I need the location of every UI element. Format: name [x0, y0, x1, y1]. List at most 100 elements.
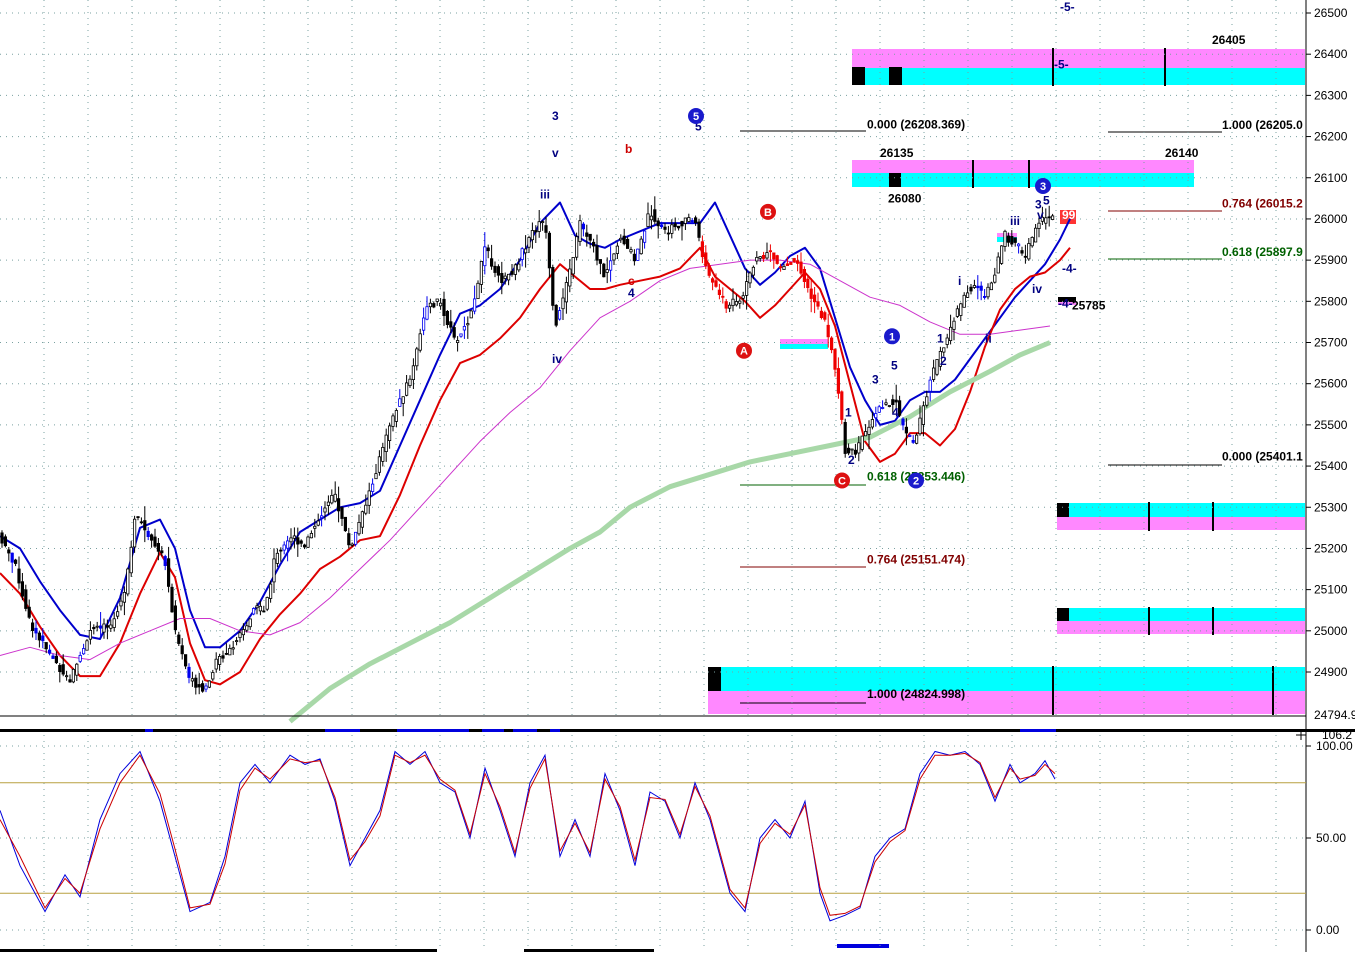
candle-body: [911, 439, 915, 443]
candle-body: [1037, 222, 1041, 229]
candle-body: [789, 261, 793, 265]
candle-body: [949, 326, 953, 341]
annotation-label: iv: [552, 352, 562, 366]
candle-body: [99, 625, 103, 629]
candle-body: [285, 540, 290, 549]
candle-body: [663, 226, 667, 230]
annotation-label: 0.618 (25897.9: [1222, 245, 1303, 259]
candle-body: [58, 665, 62, 673]
candle-body: [649, 215, 654, 221]
panel-separator[interactable]: [0, 729, 1355, 732]
candle-body: [255, 605, 259, 609]
chart-window: 3 v iii iv b c 4 5 5 3 5 4 1 2 1 2 i ii iii iv 3 v -4- -4- -5- -5…: [0, 0, 1355, 952]
annotation-label: -5-: [1054, 58, 1069, 72]
candle-body: [745, 281, 749, 296]
candle-body: [3, 536, 7, 547]
candle-body: [381, 446, 385, 462]
candle-body: [24, 589, 28, 609]
candle-body: [683, 217, 688, 224]
candle-body: [595, 245, 599, 261]
candle-body: [694, 217, 698, 224]
candle-body: [486, 247, 490, 252]
candle-body: [1051, 215, 1055, 220]
candle-body: [840, 391, 844, 420]
candle-body: [741, 295, 745, 299]
candle-body: [588, 233, 592, 241]
candle-body: [190, 678, 194, 682]
candle-body: [520, 248, 524, 260]
candle-body: [558, 310, 562, 320]
candle-body: [394, 410, 399, 422]
candle-body: [493, 265, 497, 273]
candle-body: [0, 532, 4, 544]
candle-body: [602, 263, 606, 278]
candle-body: [687, 217, 691, 222]
candle-body: [646, 213, 650, 227]
candle-body: [343, 516, 348, 532]
candle-body: [976, 285, 980, 289]
candle-body: [241, 629, 245, 636]
candle-body: [306, 536, 310, 548]
candle-body: [996, 256, 1000, 274]
candle-body: [1047, 216, 1051, 219]
osc-y-tick-label: 50.00: [1316, 831, 1346, 845]
candle-body: [731, 298, 735, 307]
candle-body: [898, 400, 902, 416]
candle-body: [629, 249, 633, 253]
candle-body: [238, 632, 242, 638]
candle-body: [925, 396, 929, 406]
candle-body: [119, 600, 123, 607]
annotation-label: 3: [872, 373, 879, 387]
candle-body: [85, 640, 89, 651]
candle-body: [143, 520, 147, 531]
candle-body: [333, 493, 337, 502]
candle-body: [612, 253, 616, 261]
candle-body: [340, 507, 344, 519]
candle-body: [425, 306, 429, 320]
candle-body: [935, 359, 939, 375]
annotation-label: -4-: [1062, 262, 1077, 276]
candle-body: [728, 304, 732, 309]
candle-body: [721, 295, 725, 298]
candle-body: [214, 658, 218, 670]
candle-body: [272, 558, 276, 583]
candle-body: [881, 407, 885, 409]
candle-body: [755, 256, 759, 262]
candle-body: [551, 266, 555, 306]
candle-body: [568, 268, 572, 287]
wave-circle-label: A: [740, 346, 748, 358]
candle-body: [578, 220, 582, 242]
candle-body: [197, 684, 201, 688]
candle-body: [513, 264, 518, 275]
candle-body: [139, 521, 143, 524]
candle-body: [592, 241, 596, 247]
candle-body: [54, 655, 59, 664]
candle-body: [932, 367, 936, 380]
candle-body: [30, 622, 35, 632]
y-tick-label: 26200: [1314, 130, 1348, 144]
annotation-label: 4: [892, 406, 899, 420]
annotation-label: iii: [540, 187, 550, 201]
wave-circle-label: 3: [1040, 181, 1046, 193]
annotation-label: 1.000 (26205.0: [1222, 118, 1303, 132]
candle-body: [1017, 243, 1021, 247]
candle-body: [506, 273, 511, 281]
candle-body: [367, 490, 371, 506]
candle-body: [959, 303, 963, 316]
candle-body: [547, 232, 552, 269]
candle-body: [680, 220, 684, 227]
candle-body: [537, 221, 541, 232]
candle-body: [962, 294, 966, 308]
candle-body: [282, 544, 286, 551]
candle-body: [41, 635, 45, 642]
candle-body: [442, 298, 446, 316]
candle-body: [850, 448, 854, 451]
candle-body: [598, 259, 603, 264]
candle-body: [364, 504, 368, 514]
candle-body: [806, 278, 810, 289]
candle-body: [265, 597, 269, 610]
candle-body: [836, 368, 841, 394]
candle-body: [126, 568, 130, 595]
candle-body: [82, 648, 86, 655]
candle-body: [136, 516, 140, 518]
